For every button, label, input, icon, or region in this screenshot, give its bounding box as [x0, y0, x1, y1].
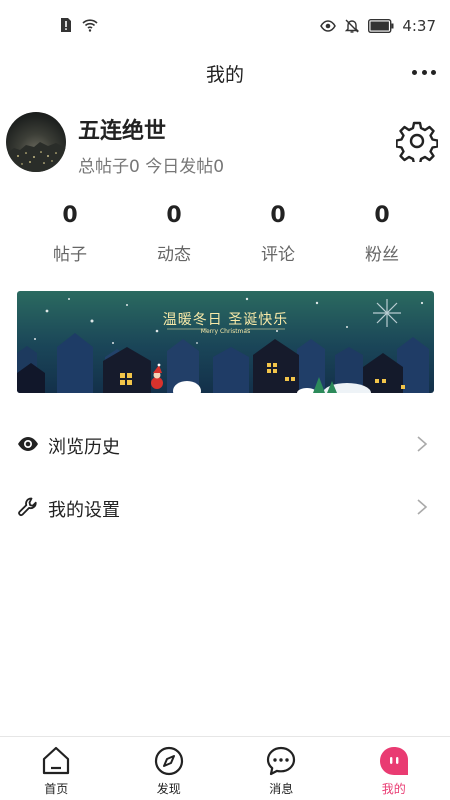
menu-item-label: 我的设置: [48, 500, 120, 521]
tab-label: 我的: [381, 782, 406, 796]
eye-icon: [18, 437, 38, 451]
profile-icon: [379, 747, 408, 775]
mute-bell-icon: [345, 19, 360, 33]
tab-messages[interactable]: 消息: [225, 737, 338, 800]
status-right-icons: 4:37: [320, 17, 436, 35]
tab-label: 首页: [44, 782, 69, 796]
tab-mine[interactable]: 我的: [338, 737, 450, 800]
menu-item-my-settings[interactable]: 我的设置: [0, 476, 450, 539]
stat-value: 0: [270, 203, 286, 228]
avatar-city-night-image: [6, 142, 66, 172]
chevron-right-icon: [417, 499, 428, 515]
page-title: 我的: [205, 64, 244, 86]
bottom-tab-bar: 首页 发现 消息 我的: [0, 736, 450, 800]
menu-list: 浏览历史 我的设置: [0, 413, 450, 539]
tab-discover[interactable]: 发现: [113, 737, 226, 800]
banner-title: 温暖冬日 圣诞快乐: [162, 312, 289, 328]
compass-icon: [154, 746, 183, 776]
more-dot-icon: [412, 69, 417, 75]
eye-comfort-icon: [320, 20, 337, 32]
sim-alert-icon: [61, 18, 71, 32]
chevron-right-icon: [417, 436, 428, 452]
chat-icon: [267, 746, 296, 776]
more-dot-icon: [431, 69, 436, 75]
stat-comments[interactable]: 0 评论: [226, 200, 330, 270]
settings-gear-icon[interactable]: [396, 120, 438, 162]
username: 五连绝世: [78, 119, 167, 144]
menu-item-browse-history[interactable]: 浏览历史: [0, 413, 450, 476]
stat-fans[interactable]: 0 粉丝: [330, 200, 434, 270]
tab-label: 消息: [269, 782, 294, 796]
christmas-banner[interactable]: 温暖冬日 圣诞快乐 Merry Christmas: [17, 291, 434, 393]
stat-label: 粉丝: [365, 245, 399, 265]
status-left-icons: [58, 17, 98, 33]
battery-icon: [368, 19, 394, 33]
banner-winter-scene-image: [17, 291, 434, 393]
stats-row: 0 帖子 0 动态 0 评论 0 粉丝: [18, 200, 434, 270]
stat-posts[interactable]: 0 帖子: [18, 200, 122, 270]
menu-item-label: 浏览历史: [48, 437, 120, 458]
more-options-button[interactable]: [412, 62, 436, 82]
stat-value: 0: [374, 203, 390, 228]
avatar[interactable]: [6, 112, 66, 172]
stat-label: 评论: [261, 245, 295, 265]
user-post-summary: 总帖子0 今日发帖0: [78, 157, 225, 177]
stat-label: 帖子: [53, 245, 87, 265]
tab-home[interactable]: 首页: [0, 737, 113, 800]
status-bar: 4:37: [0, 0, 450, 50]
wifi-icon: [82, 19, 98, 32]
status-time: 4:37: [402, 17, 436, 35]
tab-label: 发现: [156, 782, 181, 796]
stat-value: 0: [62, 203, 78, 228]
profile-header: 五连绝世 总帖子0 今日发帖0: [0, 110, 450, 177]
wrench-icon: [18, 497, 37, 516]
stat-label: 动态: [157, 245, 191, 265]
more-dot-icon: [421, 69, 427, 75]
banner-subtitle: Merry Christmas: [200, 328, 251, 335]
home-icon: [43, 746, 70, 775]
stat-activity[interactable]: 0 动态: [122, 200, 226, 270]
stat-value: 0: [166, 203, 182, 228]
nav-bar: 我的: [0, 50, 450, 96]
